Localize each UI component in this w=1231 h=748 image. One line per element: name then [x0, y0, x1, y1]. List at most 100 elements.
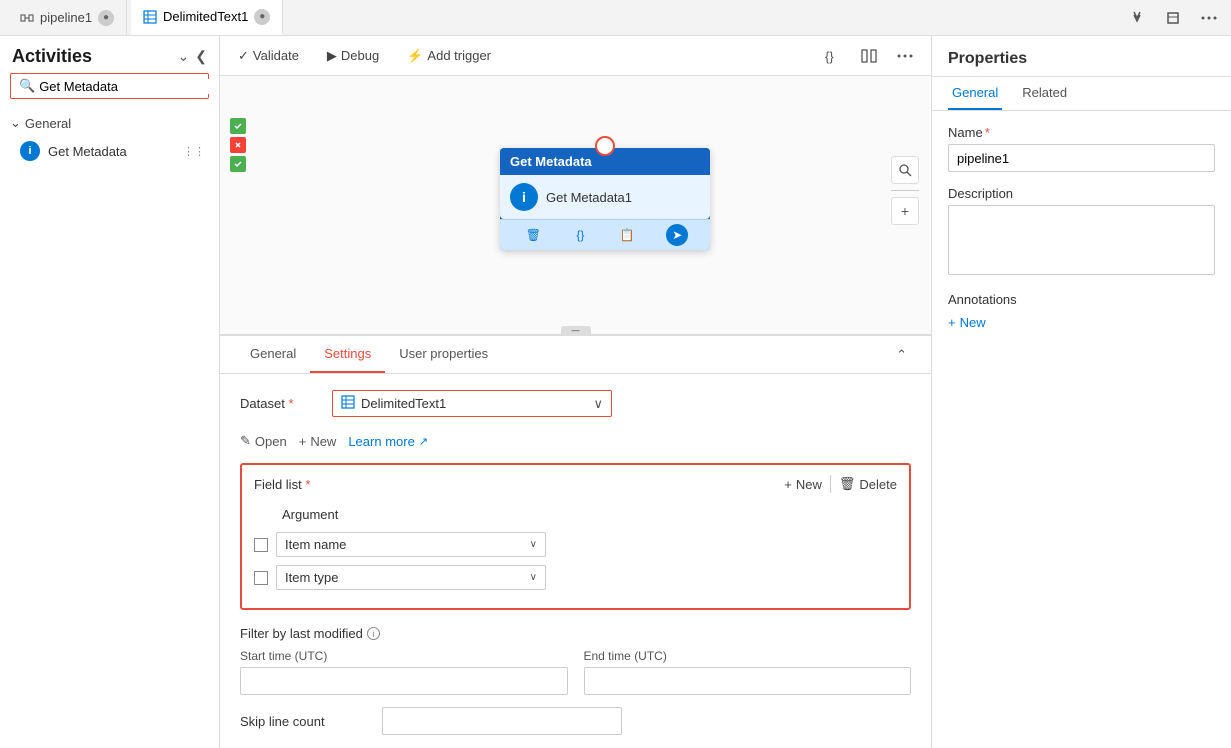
dataset-row: Dataset * DelimitedText1 ∨ — [240, 390, 911, 417]
main-layout: Activities ⌄ ❮ 🔍 ⌄ General i Get Metadat… — [0, 36, 1231, 748]
node-body: i Get Metadata1 — [500, 175, 710, 219]
dataset-dd-text: DelimitedText1 — [361, 396, 587, 411]
field-dropdown-2-text: Item type — [285, 570, 524, 585]
debug-play-icon: ▶ — [327, 48, 337, 64]
minimize-icon[interactable] — [1123, 4, 1151, 32]
tab-user-properties[interactable]: User properties — [385, 336, 502, 373]
skip-label: Skip line count — [240, 714, 370, 729]
add-trigger-button[interactable]: ⚡ Add trigger — [401, 44, 497, 68]
details-panel: General Settings User properties ⌃ Datas… — [220, 336, 931, 748]
filter-info-icon[interactable]: i — [367, 627, 380, 640]
toolbar: ✓ Validate ▶ Debug ⚡ Add trigger {} — [220, 36, 931, 76]
more-icon[interactable] — [1195, 4, 1223, 32]
new-annotation-button[interactable]: + New — [948, 315, 1215, 330]
table-icon — [143, 10, 157, 24]
code-editor-icon[interactable]: {} — [819, 42, 847, 70]
end-time-label: End time (UTC) — [584, 649, 912, 663]
dataset-dd-icon — [341, 395, 355, 412]
props-description-label: Description — [948, 186, 1215, 201]
new-dataset-button[interactable]: + New — [299, 434, 337, 449]
canvas-collapse-handle[interactable]: — — [561, 326, 591, 334]
tab-delimitedtext1-close[interactable]: ● — [254, 9, 270, 25]
validate-checkmark-icon: ✓ — [238, 48, 249, 64]
node-copy-icon[interactable]: 📋 — [616, 226, 639, 244]
search-input[interactable] — [39, 79, 215, 94]
sidebar-group-general: ⌄ General i Get Metadata ⋮⋮ — [0, 111, 219, 167]
node-go-icon[interactable]: ➤ — [666, 224, 688, 246]
sidebar-close-icon[interactable]: ❮ — [195, 48, 207, 65]
field-checkbox-1[interactable] — [254, 538, 268, 552]
plus-icon-field: + — [784, 477, 792, 492]
new-field-button[interactable]: + New — [784, 477, 822, 492]
details-tabs: General Settings User properties ⌃ — [220, 336, 931, 374]
tab-delimitedtext1-label: DelimitedText1 — [163, 9, 248, 24]
learn-more-link[interactable]: Learn more ↗ — [348, 434, 428, 449]
link-actions: ✎ Open + New Learn more ↗ — [240, 433, 911, 449]
start-time-input[interactable] — [240, 667, 568, 695]
sidebar-item-getmetadata[interactable]: i Get Metadata ⋮⋮ — [0, 135, 219, 167]
validate-button[interactable]: ✓ Validate — [232, 44, 305, 68]
sidebar-item-getmetadata-label: Get Metadata — [48, 144, 175, 159]
props-description-textarea[interactable] — [948, 205, 1215, 275]
canvas-area: Get Metadata i Get Metadata1 🗑 {} 📋 ➤ — [220, 76, 931, 336]
sidebar-group-header-general[interactable]: ⌄ General — [0, 111, 219, 135]
skip-input[interactable] — [382, 707, 622, 735]
field-list-divider — [830, 475, 831, 493]
canvas-separator — [891, 190, 919, 191]
search-icon: 🔍 — [19, 78, 35, 94]
delete-field-button[interactable]: 🗑 Delete — [839, 476, 897, 492]
field-dropdown-1[interactable]: Item name ∨ — [276, 532, 546, 557]
edit-icon: ✎ — [240, 433, 251, 449]
props-tab-related[interactable]: Related — [1018, 77, 1071, 110]
field-list-actions: + New 🗑 Delete — [784, 475, 897, 493]
props-name-field: Name * — [948, 125, 1215, 172]
end-time-field: End time (UTC) — [584, 649, 912, 695]
canvas-search-btn[interactable] — [891, 156, 919, 184]
tab-settings[interactable]: Settings — [310, 336, 385, 373]
toolbar-more-icon[interactable] — [891, 42, 919, 70]
props-tab-general[interactable]: General — [948, 77, 1002, 110]
sidebar-title: Activities — [12, 46, 92, 67]
field-dropdown-1-arrow: ∨ — [530, 539, 537, 550]
sidebar-group-label: General — [25, 116, 71, 131]
delete-icon: 🗑 — [839, 476, 856, 492]
node-success-icon — [230, 118, 246, 134]
settings-content: Dataset * DelimitedText1 ∨ ✎ — [220, 374, 931, 748]
end-time-input[interactable] — [584, 667, 912, 695]
tab-pipeline1[interactable]: pipeline1 ● — [8, 0, 127, 35]
dataset-dd-arrow: ∨ — [593, 396, 603, 412]
field-dropdown-2[interactable]: Item type ∨ — [276, 565, 546, 590]
sidebar-group-collapse-icon: ⌄ — [10, 115, 21, 131]
expand-icon[interactable] — [1159, 4, 1187, 32]
details-collapse-btn[interactable]: ⌃ — [888, 336, 915, 373]
columns-icon[interactable] — [855, 42, 883, 70]
props-annotations-header: Annotations — [948, 292, 1215, 307]
field-list-section: Field list * + New 🗑 Delete — [240, 463, 911, 610]
props-name-input[interactable] — [948, 144, 1215, 172]
validate-label: Validate — [253, 48, 299, 63]
properties-content: Name * Description Annotations + New — [932, 111, 1231, 748]
node-code-icon[interactable]: {} — [572, 226, 588, 244]
node-complete-icon — [230, 156, 246, 172]
field-checkbox-2[interactable] — [254, 571, 268, 585]
activity-node[interactable]: Get Metadata i Get Metadata1 🗑 {} 📋 ➤ — [500, 148, 710, 250]
field-list-table: Argument Item name ∨ — [254, 503, 897, 590]
canvas-zoom-in-btn[interactable]: + — [891, 197, 919, 225]
node-bottom-actions: 🗑 {} 📋 ➤ — [500, 219, 710, 250]
node-delete-icon[interactable]: 🗑 — [522, 226, 545, 244]
debug-button[interactable]: ▶ Debug — [321, 44, 385, 68]
dataset-label: Dataset * — [240, 396, 320, 411]
start-time-label: Start time (UTC) — [240, 649, 568, 663]
node-header-label: Get Metadata — [510, 154, 592, 169]
sidebar-collapse-icon[interactable]: ⌄ — [178, 48, 190, 65]
field-list-header: Field list * + New 🗑 Delete — [254, 475, 897, 493]
dataset-dropdown[interactable]: DelimitedText1 ∨ — [332, 390, 612, 417]
plus-icon-new: + — [299, 434, 307, 449]
skip-row: Skip line count — [240, 707, 911, 735]
open-button[interactable]: ✎ Open — [240, 433, 287, 449]
filter-row: Start time (UTC) End time (UTC) — [240, 649, 911, 695]
field-list-title: Field list * — [254, 477, 310, 492]
tab-pipeline1-close[interactable]: ● — [98, 10, 114, 26]
tab-delimitedtext1[interactable]: DelimitedText1 ● — [131, 0, 283, 35]
tab-general[interactable]: General — [236, 336, 310, 373]
